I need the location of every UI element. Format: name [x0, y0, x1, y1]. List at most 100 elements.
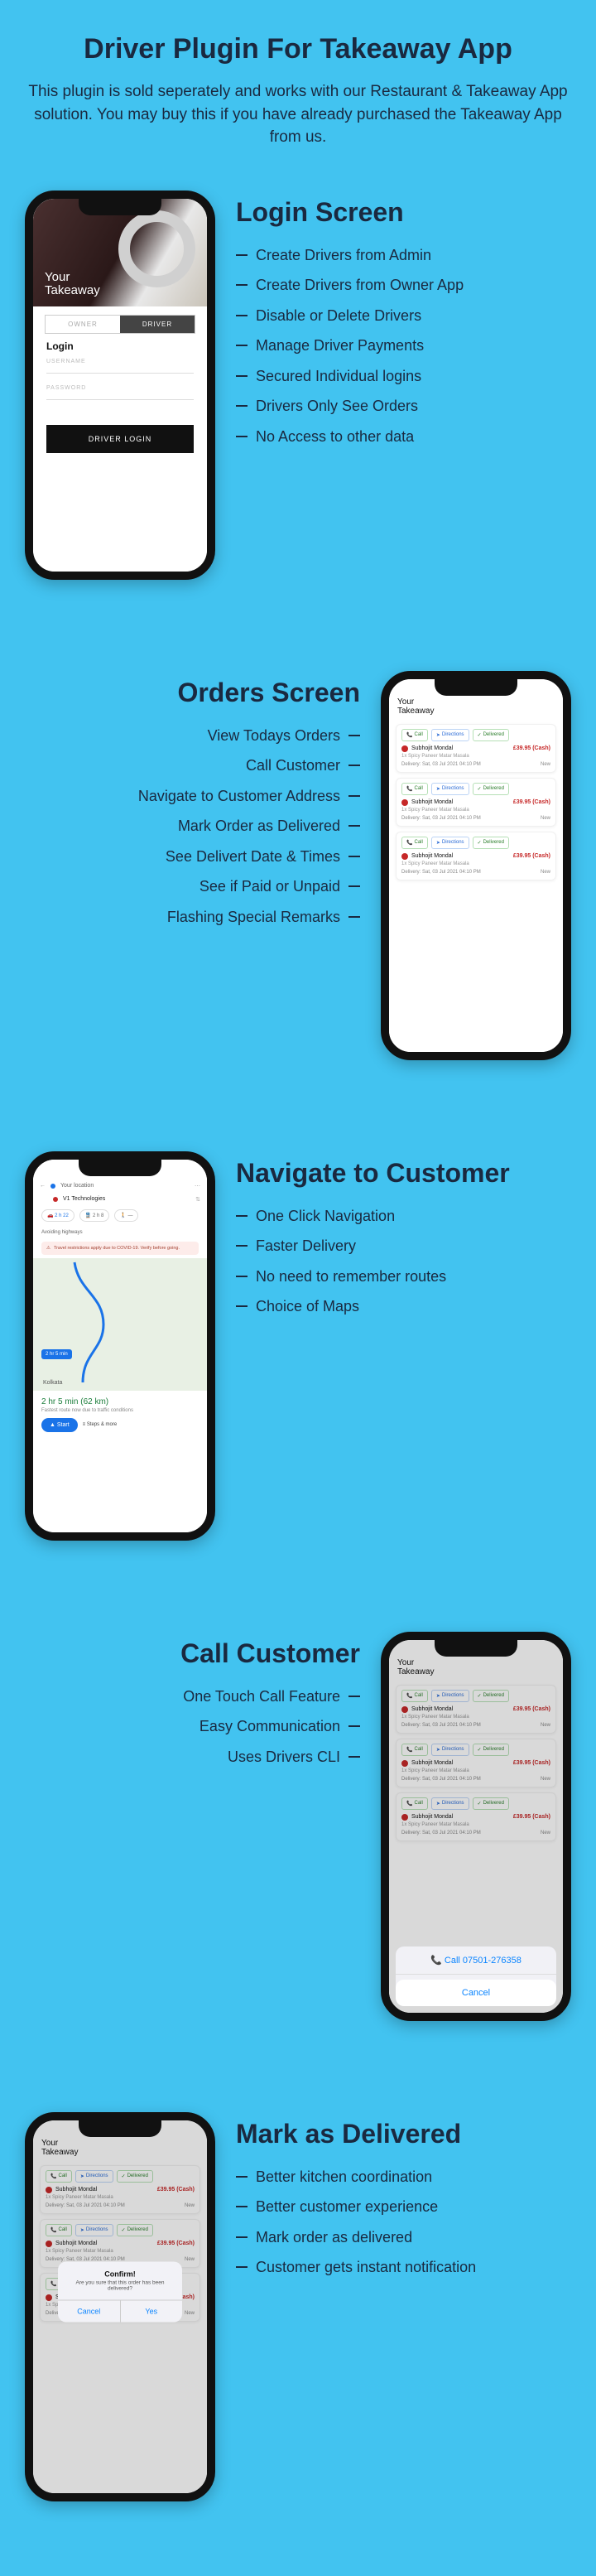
feature-list-delivered: Better kitchen coordination Better custo…	[236, 2168, 571, 2277]
feature-item: Uses Drivers CLI	[228, 1748, 360, 1767]
feature-list-navigate: One Click Navigation Faster Delivery No …	[236, 1207, 571, 1316]
call-number-option[interactable]: 📞 Call 07501-276358	[396, 1946, 556, 1975]
eta-text: 2 hr 5 min (62 km)	[41, 1397, 199, 1406]
section-delivered: Your Takeaway 📞Call ➤Directions ✓Deliver…	[0, 2096, 596, 2576]
customer-name: Subhojit Mondal	[411, 853, 453, 859]
order-price: £39.95 (Cash)	[513, 799, 550, 805]
dash-icon	[236, 405, 248, 407]
phone-call: Your Takeaway 📞Call ➤Directions ✓Deliver…	[381, 1632, 571, 2021]
dash-icon	[236, 1305, 248, 1307]
travel-mode-walk[interactable]: 🚶 —	[114, 1209, 138, 1222]
order-price: £39.95 (Cash)	[513, 745, 550, 751]
call-button[interactable]: 📞Call	[401, 783, 428, 795]
login-tab-owner[interactable]: OWNER	[46, 316, 120, 333]
feature-item: Manage Driver Payments	[236, 336, 517, 355]
feature-item: Easy Communication	[199, 1717, 360, 1736]
check-icon: ✓	[478, 732, 482, 738]
phone-notch	[435, 679, 517, 696]
phone-icon: 📞	[406, 732, 412, 738]
dash-icon	[348, 765, 360, 766]
phone-notch	[79, 2120, 161, 2137]
order-status: New	[541, 816, 550, 821]
feature-item: Mark order as delivered	[236, 2228, 517, 2247]
password-input[interactable]: PASSWORD	[46, 385, 194, 400]
section-title: Login Screen	[236, 197, 571, 228]
delivered-button[interactable]: ✓Delivered	[473, 837, 509, 849]
eta-badge: 2 hr 5 min	[41, 1349, 72, 1359]
phone-notch	[435, 1640, 517, 1657]
dash-icon	[236, 2236, 248, 2238]
origin-label[interactable]: Your location	[60, 1183, 94, 1189]
directions-icon: ➤	[436, 732, 440, 738]
delivered-button[interactable]: ✓Delivered	[473, 783, 509, 795]
directions-button[interactable]: ➤Directions	[431, 837, 469, 849]
directions-button[interactable]: ➤Directions	[431, 729, 469, 741]
driver-login-button[interactable]: DRIVER LOGIN	[46, 425, 194, 453]
call-button[interactable]: 📞Call	[401, 837, 428, 849]
feature-item: Choice of Maps	[236, 1297, 517, 1316]
feature-item: Secured Individual logins	[236, 367, 517, 386]
dash-icon	[236, 375, 248, 377]
dash-icon	[236, 2176, 248, 2178]
swap-icon[interactable]: ⇅	[195, 1196, 200, 1203]
section-orders: Your Takeaway 📞Call ➤Directions ✓Deliver…	[0, 654, 596, 1135]
phone-delivered: Your Takeaway 📞Call ➤Directions ✓Deliver…	[25, 2112, 215, 2501]
order-card[interactable]: 📞Call ➤Directions ✓Delivered Subhojit Mo…	[396, 832, 556, 880]
dash-icon	[236, 254, 248, 256]
feature-item: No need to remember routes	[236, 1267, 517, 1286]
action-sheet: 📞 Call 07501-276358 Cancel	[396, 1946, 556, 2006]
more-icon[interactable]: ⋯	[195, 1183, 200, 1189]
directions-button[interactable]: ➤Directions	[431, 783, 469, 795]
login-tab-driver[interactable]: DRIVER	[120, 316, 195, 333]
feature-item: Drivers Only See Orders	[236, 397, 517, 416]
call-button[interactable]: 📞Call	[401, 729, 428, 741]
page-header: Driver Plugin For Takeaway App This plug…	[0, 0, 596, 174]
order-item: 1x Spicy Paneer Matar Masala	[401, 861, 550, 866]
destination-label[interactable]: V1 Technologies	[63, 1196, 105, 1202]
dest-dot-icon	[53, 1197, 58, 1202]
order-card[interactable]: 📞Call ➤Directions ✓Delivered Subhojit Mo…	[396, 724, 556, 773]
page-title: Driver Plugin For Takeaway App	[25, 33, 571, 65]
delivery-time: Delivery: Sat, 03 Jul 2021 04:10 PM	[401, 870, 481, 875]
feature-item: View Todays Orders	[208, 726, 360, 745]
app-brand-line2: Takeaway	[397, 707, 555, 716]
city-label: Kolkata	[43, 1380, 62, 1386]
dash-icon	[236, 284, 248, 286]
feature-item: Faster Delivery	[236, 1237, 517, 1256]
feature-item: Disable or Delete Drivers	[236, 306, 517, 326]
order-card[interactable]: 📞Call ➤Directions ✓Delivered Subhojit Mo…	[396, 778, 556, 827]
dash-icon	[348, 885, 360, 887]
feature-item: See if Paid or Unpaid	[199, 877, 360, 896]
cancel-button[interactable]: Cancel	[396, 1980, 556, 2006]
order-status: New	[541, 762, 550, 767]
dash-icon	[348, 1756, 360, 1758]
dash-icon	[348, 1696, 360, 1697]
order-item: 1x Spicy Paneer Matar Masala	[401, 754, 550, 759]
dialog-yes-button[interactable]: Yes	[121, 2300, 183, 2322]
section-login: Your Takeaway OWNER DRIVER Login USERNAM…	[0, 174, 596, 654]
map-canvas[interactable]: 2 hr 5 min Kolkata	[33, 1258, 207, 1391]
dialog-cancel-button[interactable]: Cancel	[58, 2300, 121, 2322]
feature-item: No Access to other data	[236, 427, 517, 446]
dash-icon	[348, 825, 360, 827]
feature-item: Create Drivers from Admin	[236, 246, 517, 265]
status-dot-icon	[401, 853, 408, 860]
delivery-time: Delivery: Sat, 03 Jul 2021 04:10 PM	[401, 816, 481, 821]
delivered-button[interactable]: ✓Delivered	[473, 729, 509, 741]
status-dot-icon	[401, 745, 408, 752]
travel-mode-car[interactable]: 🚗 2 h 22	[41, 1209, 74, 1222]
username-input[interactable]: USERNAME	[46, 359, 194, 374]
start-navigation-button[interactable]: ▲ Start	[41, 1418, 78, 1432]
phone-icon: 📞	[406, 840, 412, 846]
feature-list-orders: View Todays Orders Call Customer Navigat…	[25, 726, 360, 927]
route-options-label: Avoiding highways	[33, 1230, 207, 1238]
back-icon[interactable]: ←	[40, 1183, 46, 1189]
dash-icon	[236, 315, 248, 316]
phone-login: Your Takeaway OWNER DRIVER Login USERNAM…	[25, 191, 215, 580]
dash-icon	[348, 856, 360, 857]
dialog-message: Are you sure that this order has been de…	[58, 2279, 182, 2299]
login-section-label: Login	[46, 340, 194, 352]
phone-icon: 📞	[406, 786, 412, 792]
travel-mode-train[interactable]: 🚆 2 h 8	[79, 1209, 110, 1222]
steps-more-button[interactable]: ≡ Steps & more	[83, 1422, 118, 1427]
